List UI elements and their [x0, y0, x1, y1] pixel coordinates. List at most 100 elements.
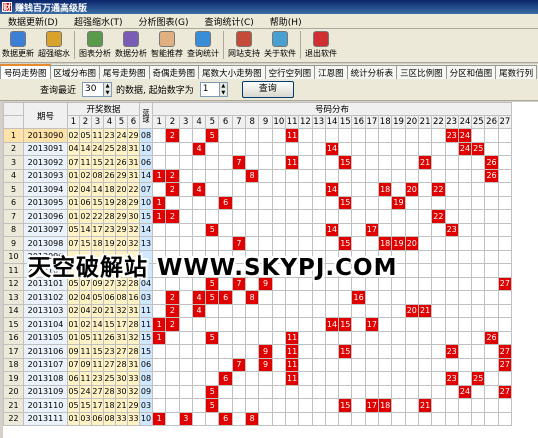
- table-row[interactable]: 6 2013095 01 06 15 19 28 29 10 1 6 15 19: [3, 195, 513, 210]
- tab[interactable]: 尾数大小走势图: [198, 65, 266, 79]
- issue-cell: 2013109: [23, 384, 68, 399]
- dist-cell: [457, 398, 473, 413]
- toolbar-button[interactable]: 查询统计: [185, 31, 221, 59]
- toolbar-button[interactable]: 关于软件: [262, 31, 298, 59]
- dist-cell: [218, 344, 233, 359]
- dist-hit-cell: 4: [191, 182, 207, 197]
- dist-cell: [298, 222, 313, 237]
- table-row[interactable]: 1 2013090 02 05 11 23 24 29 08 2 5 11 23 24: [3, 128, 513, 143]
- red-ball-cell: 11: [79, 344, 92, 359]
- table-row[interactable]: 5 2013094 02 04 14 18 20 22 07 2 4 14 18 20 22: [3, 182, 513, 197]
- issue-cell: 2013101: [23, 276, 68, 291]
- table-row[interactable]: 15 2013104 01 02 14 15 17 28 11 1 2 14 15 17: [3, 317, 513, 332]
- dist-cell: [391, 384, 406, 399]
- spin-down-icon[interactable]: ▼: [220, 90, 227, 97]
- table-row[interactable]: 11 2013101: [3, 263, 513, 278]
- table-row[interactable]: 17 2013106 09 11 15 23 27 28 15 9 11 15 23 27: [3, 344, 513, 359]
- dist-hit-cell: 21: [417, 303, 433, 318]
- dist-cell: [231, 168, 247, 183]
- tab[interactable]: 奇偶走势图: [148, 65, 200, 79]
- dist-cell: [378, 209, 393, 224]
- toolbar-button[interactable]: 数据更新: [0, 31, 36, 59]
- table-row[interactable]: 7 2013096 01 02 22 28 29 30 15 1 2 22: [3, 209, 513, 224]
- dist-cell: [364, 303, 380, 318]
- table-row[interactable]: 20 2013109 05 24 27 28 30 32 09 5 24 27: [3, 384, 513, 399]
- table-row[interactable]: 13 2013102 02 04 05 06 08 16 03 2 4 5 6 8 16: [3, 290, 513, 305]
- tab[interactable]: 尾数行列: [495, 65, 538, 79]
- menu-item[interactable]: 超强缩水(T): [66, 15, 131, 28]
- dist-cell: [404, 384, 419, 399]
- red-ball-cell: 06: [91, 411, 104, 426]
- toolbar-button[interactable]: 超强缩水: [36, 31, 72, 59]
- dist-cell: [457, 263, 473, 278]
- table-row[interactable]: 12 2013101 05 07 09 27 32 28 04 5 7 9 27: [3, 276, 513, 291]
- table-row[interactable]: 3 2013092 07 11 15 21 26 31 06 7 11 15 21 26: [3, 155, 513, 170]
- table-row[interactable]: 4 2013093 01 02 08 26 29 31 14 1 2 8 26: [3, 168, 513, 183]
- dist-cell: [191, 222, 207, 237]
- table-row[interactable]: 10 2013099: [3, 249, 513, 264]
- table-row[interactable]: 21 2013110 05 15 17 18 21 29 03 5 15 17 18 21: [3, 398, 513, 413]
- red-ball-cell: 07: [67, 357, 80, 372]
- menu-item[interactable]: 查询统计(C): [196, 15, 261, 28]
- red-ball-cell: 15: [79, 236, 92, 251]
- dist-cell: [178, 141, 193, 156]
- recent-count-spinner[interactable]: ▲ ▼: [104, 82, 113, 97]
- dist-cell: [271, 290, 286, 305]
- dist-cell: [311, 249, 326, 264]
- dist-cell: [378, 195, 393, 210]
- start-number-spinner[interactable]: ▲ ▼: [219, 82, 228, 97]
- dist-cell: [484, 371, 499, 386]
- tab[interactable]: 空行空列图: [264, 65, 316, 79]
- table-row[interactable]: 9 2013098 07 15 18 19 20 32 13 7 15 18 19 20: [3, 236, 513, 251]
- tab[interactable]: 统计分析表: [346, 65, 398, 79]
- table-row[interactable]: 16 2013105 01 05 11 26 31 32 15 1 5 11 26: [3, 330, 513, 345]
- dist-cell: [378, 317, 393, 332]
- table-row[interactable]: 14 2013103 02 04 20 21 32 31 11 2 4 20 21: [3, 303, 513, 318]
- tab[interactable]: 尾号走势图: [99, 65, 150, 79]
- menu-item[interactable]: 数据更新(D): [0, 15, 66, 28]
- dist-cell: [378, 263, 393, 278]
- menu-item[interactable]: 帮助(H): [262, 15, 310, 28]
- tab[interactable]: 区域分布图: [49, 65, 101, 79]
- red-ball-cell: 28: [127, 276, 140, 291]
- table-row[interactable]: 19 2013108 06 11 23 25 30 33 08 6 11 23 25: [3, 371, 513, 386]
- toolbar-button[interactable]: 智能推荐: [149, 31, 185, 59]
- dist-cell: [311, 236, 326, 251]
- dist-cell: [284, 317, 300, 332]
- table-row[interactable]: 18 2013107 07 09 11 27 28 31 06 7 9 11 27: [3, 357, 513, 372]
- table-row[interactable]: 2 2013091 04 14 24 25 28 31 10 4 14 24 25: [3, 141, 513, 156]
- dist-hit-cell: 5: [205, 276, 220, 291]
- toolbar-button[interactable]: 退出软件: [303, 31, 339, 59]
- dist-cell: [444, 263, 459, 278]
- recent-count-input[interactable]: 30: [82, 82, 105, 97]
- toolbar-button[interactable]: 图表分析: [77, 31, 113, 59]
- query-button[interactable]: 查询: [241, 81, 294, 98]
- dist-cell: [444, 141, 459, 156]
- red-ball-cell: [67, 263, 80, 278]
- toolbar-button[interactable]: 网站支持: [226, 31, 262, 59]
- dist-cell: [311, 411, 326, 426]
- toolbar-button[interactable]: 数据分析: [113, 31, 149, 59]
- dist-cell: [444, 303, 459, 318]
- dist-cell: [471, 398, 486, 413]
- tab[interactable]: 三区比例图: [396, 65, 447, 79]
- dist-cell: [404, 290, 419, 305]
- chart-analysis-icon: [87, 31, 103, 47]
- red-ball-cell: [91, 263, 104, 278]
- dist-hit-cell: 1: [151, 195, 167, 210]
- tab[interactable]: 分区和值图: [445, 65, 497, 79]
- table-row[interactable]: 8 2013097 05 14 17 23 29 32 14 5 14 17 23: [3, 222, 513, 237]
- menu-item[interactable]: 分析图表(G): [130, 15, 196, 28]
- spin-down-icon[interactable]: ▼: [104, 90, 111, 97]
- dist-cell: [284, 276, 300, 291]
- hand-icon: [159, 31, 175, 47]
- tab[interactable]: 江恩图: [314, 65, 348, 79]
- red-ball-cell: 23: [91, 371, 104, 386]
- table-row[interactable]: 22 2013111 01 03 06 08 33 33 10 1 3 6 8: [3, 411, 513, 426]
- dist-cell: [245, 236, 260, 251]
- row-number: 14: [3, 303, 24, 318]
- tab[interactable]: 号码走势图: [0, 64, 51, 79]
- start-number-input[interactable]: 1: [199, 82, 220, 97]
- dist-cell: [444, 249, 459, 264]
- red-ball-cell: 29: [115, 222, 128, 237]
